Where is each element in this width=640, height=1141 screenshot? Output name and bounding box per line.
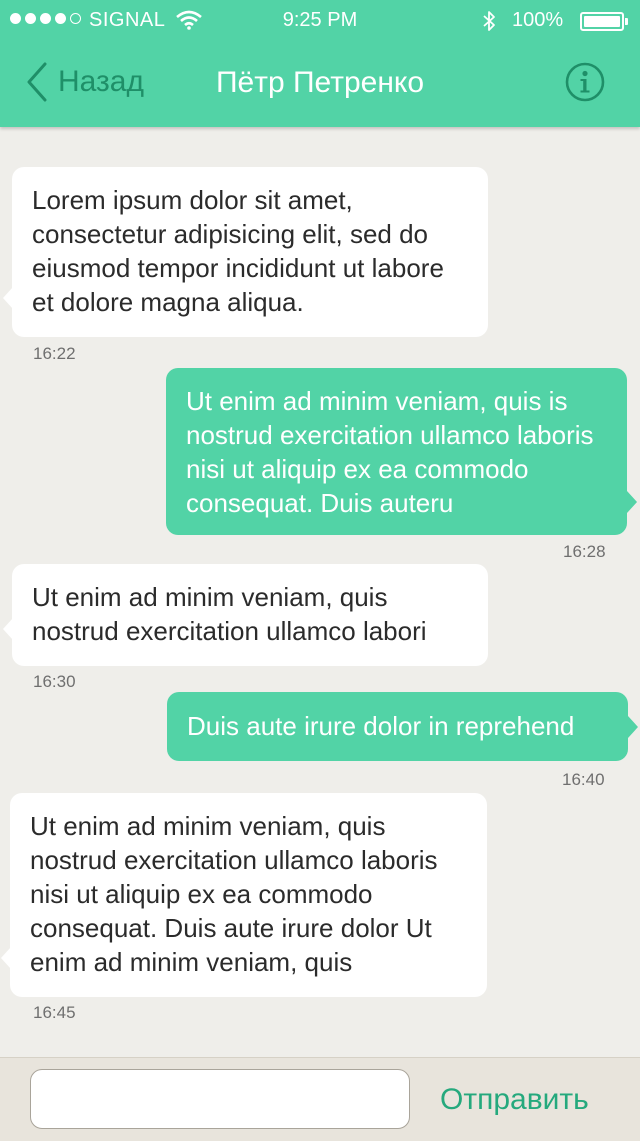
send-button[interactable]: Отправить — [440, 1083, 589, 1117]
message-bubble: Ut enim ad minim veniam, quis nostrud ex… — [10, 793, 487, 997]
message-time: 16:30 — [33, 672, 76, 691]
message-time: 16:28 — [563, 542, 606, 561]
battery-icon — [580, 12, 628, 31]
message-time: 16:45 — [33, 1003, 76, 1022]
message-bubble: Lorem ipsum dolor sit amet, consectetur … — [12, 167, 488, 337]
info-icon[interactable] — [565, 62, 605, 102]
message-time: 16:40 — [562, 770, 605, 789]
battery-percentage: 100% — [512, 9, 564, 31]
message-bubble: Duis aute irure dolor in reprehend — [167, 692, 628, 761]
navigation-bar: SIGNAL 9:25 PM 100% Назад Пётр Петренко — [0, 0, 640, 127]
message-input[interactable] — [30, 1069, 410, 1129]
composer-bar: Отправить — [0, 1057, 640, 1141]
message-bubble: Ut enim ad minim veniam, quis nostrud ex… — [12, 564, 488, 666]
status-bar: SIGNAL 9:25 PM 100% — [0, 0, 640, 42]
bluetooth-icon — [481, 10, 497, 38]
message-list[interactable]: Lorem ipsum dolor sit amet, consectetur … — [0, 127, 640, 1057]
message-time: 16:22 — [33, 344, 76, 363]
message-bubble: Ut enim ad minim veniam, quis is nostrud… — [166, 368, 627, 535]
contact-name: Пётр Петренко — [215, 66, 425, 99]
